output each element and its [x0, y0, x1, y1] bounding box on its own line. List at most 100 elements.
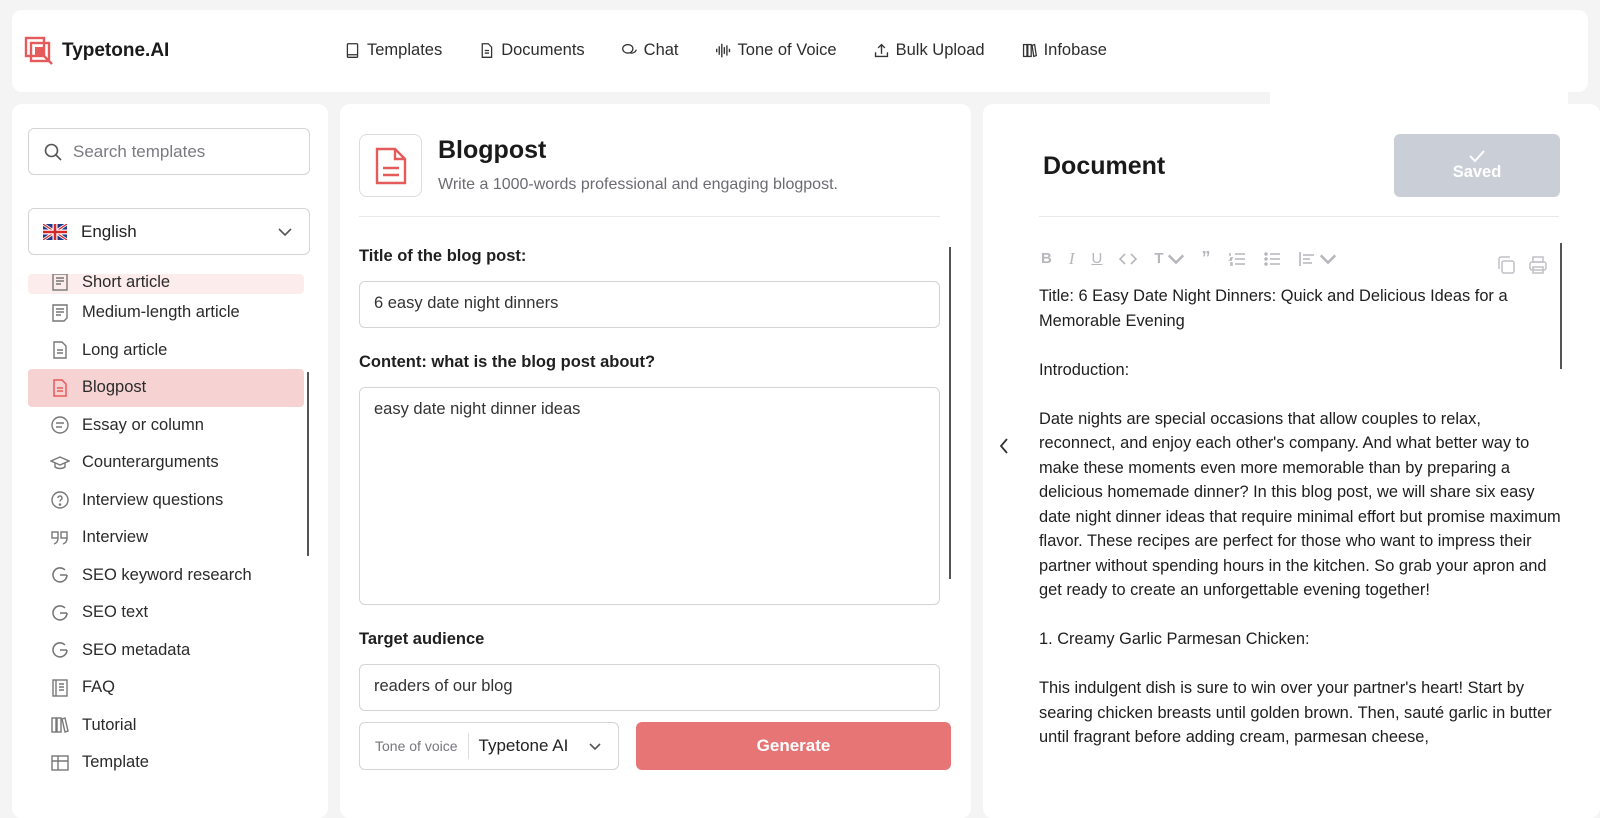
- language-label: English: [81, 221, 137, 241]
- divider: [1039, 216, 1559, 217]
- sidebar-item-label: Counterarguments: [82, 453, 219, 472]
- templates-sidebar: English Short article Medium-length arti…: [12, 104, 328, 818]
- nav-label: Bulk Upload: [895, 41, 985, 59]
- sidebar-item-label: Interview questions: [82, 490, 224, 509]
- divider: [359, 216, 940, 217]
- google-icon: [52, 567, 68, 583]
- template-icon-box: [359, 134, 422, 197]
- tone-of-voice-select[interactable]: Tone of voice Typetone AI: [359, 722, 619, 770]
- quote-icon: [51, 531, 68, 545]
- google-icon: [52, 604, 68, 621]
- document-icon: [481, 43, 493, 58]
- sidebar-item-label: FAQ: [82, 678, 116, 697]
- sidebar-item-tutorial[interactable]: Tutorial: [28, 707, 304, 745]
- sidebar-scrollbar[interactable]: [307, 372, 309, 556]
- typetone-logo-icon: [24, 36, 53, 65]
- book-icon: [346, 43, 359, 58]
- nav-chat[interactable]: Chat: [621, 41, 679, 60]
- nav-infobase[interactable]: Infobase: [1021, 41, 1107, 60]
- article-icon: [52, 274, 68, 291]
- blog-title-label: Title of the blog post:: [359, 247, 527, 265]
- upload-icon: [874, 43, 888, 58]
- chat-icon: [621, 43, 637, 54]
- header-edge: [1270, 90, 1568, 104]
- uk-flag-icon: [43, 223, 67, 240]
- blog-title-input[interactable]: 6 easy date night dinners: [359, 281, 940, 328]
- sidebar-item-long-article[interactable]: Long article: [28, 332, 304, 370]
- document-paragraph: This indulgent dish is sure to win over …: [1039, 679, 1552, 746]
- generate-button[interactable]: Generate: [636, 722, 951, 770]
- main-nav: Templates Documents Chat Tone of Voice B…: [344, 41, 1107, 60]
- ordered-list-icon[interactable]: [1227, 250, 1246, 268]
- target-audience-input[interactable]: readers of our blog: [359, 664, 940, 711]
- app-logo[interactable]: Typetone.AI: [24, 36, 169, 66]
- chevron-down-icon: [589, 742, 601, 750]
- checkmark-icon: [1469, 150, 1485, 163]
- document-body[interactable]: Title: 6 Easy Date Night Dinners: Quick …: [1039, 284, 1561, 774]
- nav-tone-of-voice[interactable]: Tone of Voice: [715, 41, 837, 60]
- blockquote-icon[interactable]: ”: [1202, 248, 1211, 269]
- tone-of-voice-label: Tone of voice: [360, 733, 469, 759]
- template-list: Short article Medium-length article Long…: [28, 274, 304, 782]
- nav-label: Chat: [643, 41, 679, 59]
- align-icon[interactable]: [1298, 250, 1337, 268]
- nav-label: Documents: [501, 41, 585, 59]
- bold-icon[interactable]: B: [1041, 250, 1052, 267]
- sidebar-item-label: Short article: [82, 274, 171, 291]
- target-audience-label: Target audience: [359, 630, 485, 648]
- print-icon[interactable]: [1527, 254, 1549, 276]
- editor-actions: [1495, 254, 1549, 276]
- article-icon: [52, 304, 68, 322]
- sidebar-item-blogpost[interactable]: Blogpost: [28, 369, 304, 407]
- top-navigation-bar: Typetone.AI Templates Documents Chat Ton…: [12, 10, 1588, 92]
- sidebar-item-label: Medium-length article: [82, 303, 240, 322]
- faq-icon: [52, 679, 68, 697]
- sidebar-item-label: Template: [82, 753, 149, 772]
- sidebar-item-counterarguments[interactable]: Counterarguments: [28, 444, 304, 482]
- sidebar-item-short-article[interactable]: Short article: [28, 274, 304, 294]
- soundwave-icon: [715, 43, 730, 58]
- search-box[interactable]: [28, 128, 310, 175]
- document-paragraph: 1. Creamy Garlic Parmesan Chicken:: [1039, 630, 1310, 648]
- chevron-left-icon[interactable]: [994, 436, 1014, 456]
- bullet-list-icon[interactable]: [1263, 250, 1281, 268]
- sidebar-item-interview-questions[interactable]: Interview questions: [28, 482, 304, 520]
- sidebar-item-essay-or-column[interactable]: Essay or column: [28, 407, 304, 445]
- text-style-icon[interactable]: T: [1154, 250, 1184, 268]
- search-icon: [44, 143, 62, 161]
- language-select[interactable]: English: [28, 208, 310, 255]
- sidebar-item-label: SEO text: [82, 603, 149, 622]
- app-name: Typetone.AI: [62, 40, 170, 61]
- code-icon[interactable]: [1119, 250, 1138, 268]
- form-scrollbar[interactable]: [949, 247, 951, 579]
- sidebar-item-seo-text[interactable]: SEO text: [28, 594, 304, 632]
- sidebar-item-label: Blogpost: [82, 378, 147, 397]
- sidebar-item-label: Interview: [82, 528, 149, 547]
- nav-bulk-upload[interactable]: Bulk Upload: [873, 41, 985, 60]
- sidebar-item-interview[interactable]: Interview: [28, 519, 304, 557]
- nav-label: Infobase: [1043, 41, 1107, 59]
- tone-of-voice-value: Typetone AI: [478, 736, 569, 755]
- editor-toolbar: B I U T ”: [1041, 248, 1337, 269]
- content-textarea[interactable]: easy date night dinner ideas: [359, 387, 940, 605]
- sidebar-item-faq[interactable]: FAQ: [28, 669, 304, 707]
- sidebar-item-label: Tutorial: [82, 715, 137, 734]
- italic-icon[interactable]: I: [1069, 249, 1075, 269]
- saved-button[interactable]: Saved: [1394, 134, 1560, 197]
- nav-label: Templates: [367, 41, 443, 59]
- nav-templates[interactable]: Templates: [344, 41, 442, 60]
- underline-icon[interactable]: U: [1092, 250, 1103, 267]
- library-icon: [51, 717, 69, 734]
- sidebar-item-seo-keyword-research[interactable]: SEO keyword research: [28, 557, 304, 595]
- sidebar-item-template[interactable]: Template: [28, 744, 304, 782]
- search-input[interactable]: [73, 141, 293, 162]
- sidebar-item-label: Essay or column: [82, 415, 204, 434]
- sidebar-item-seo-metadata[interactable]: SEO metadata: [28, 632, 304, 670]
- nav-documents[interactable]: Documents: [478, 41, 585, 60]
- copy-icon[interactable]: [1495, 254, 1517, 276]
- document-paragraph: Introduction:: [1039, 360, 1130, 379]
- document-paragraph: Date nights are special occasions that a…: [1039, 409, 1561, 600]
- sidebar-item-medium-length-article[interactable]: Medium-length article: [28, 294, 304, 332]
- document-panel: Document Saved B I U T ” Title: 6 Easy D…: [983, 104, 1600, 818]
- table-icon: [51, 755, 69, 771]
